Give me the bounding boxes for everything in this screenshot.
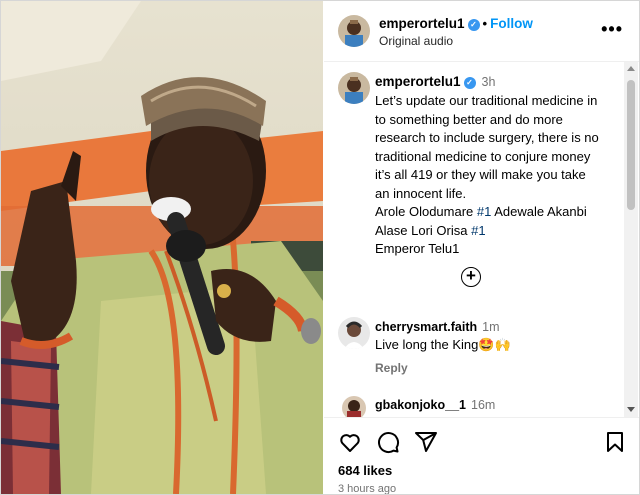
comment-author[interactable]: gbakonjoko__1: [375, 398, 466, 412]
scroll-down-arrow-icon[interactable]: [627, 407, 635, 412]
caption-line: it’s all 419 or they will make you take: [375, 167, 586, 182]
comment-time: 1m: [482, 320, 500, 334]
author-username[interactable]: emperortelu1: [379, 16, 465, 31]
reply-button[interactable]: Reply: [375, 361, 408, 375]
comment-icon[interactable]: [376, 430, 400, 459]
caption-line: Arole Olodumare #1 Adewale Akanbi: [375, 203, 625, 222]
avatar-image: [338, 317, 370, 349]
add-circle-icon[interactable]: +: [461, 267, 481, 287]
caption-line: research to include surgery, there is no: [375, 130, 599, 145]
scroll-up-arrow-icon[interactable]: [627, 66, 635, 71]
scrollbar-thumb[interactable]: [627, 80, 635, 210]
hashtag-link[interactable]: #1: [471, 223, 485, 238]
hashtag-link[interactable]: #1: [477, 204, 491, 219]
comment-author-row: gbakonjoko__1 16m: [375, 398, 495, 412]
likes-count[interactable]: 684 likes: [338, 463, 392, 478]
avatar-image: [338, 15, 370, 47]
post-side-panel: emperortelu1 ✓ • Follow Original audio ••• …: [324, 1, 639, 494]
post-timestamp: 3 hours ago: [338, 483, 397, 495]
caption-text-part: Alase Lori Orisa: [375, 222, 472, 238]
caption-line: to something better and do more: [375, 111, 563, 127]
caption-line: an innocent life.: [375, 185, 467, 201]
heart-icon-glyph: [340, 434, 360, 452]
header-author-row: emperortelu1 ✓ • Follow: [379, 16, 533, 31]
post-video[interactable]: [1, 1, 323, 494]
follow-button[interactable]: Follow: [490, 16, 533, 31]
verified-icon: ✓: [467, 19, 480, 31]
caption-author[interactable]: emperortelu1: [375, 74, 461, 89]
caption-text: Let’s update our traditional medicine in…: [375, 92, 625, 259]
caption-text-part: Arole Olodumare: [375, 204, 477, 219]
audio-label[interactable]: Original audio: [379, 34, 453, 48]
avatar-image: [342, 396, 366, 417]
avatar-image: [338, 72, 370, 104]
comment-author[interactable]: cherrysmart.faith: [375, 320, 477, 334]
scrollbar[interactable]: [624, 62, 638, 417]
comments-scroll-area[interactable]: emperortelu1 ✓ 3h Let’s update our traditi…: [324, 62, 639, 417]
commenter-avatar[interactable]: [338, 317, 370, 349]
share-icon[interactable]: [414, 430, 438, 459]
commenter-avatar[interactable]: [342, 396, 366, 417]
comment-text: Live long the King🤩🙌: [375, 337, 511, 352]
comment-author-row: cherrysmart.faith 1m: [375, 320, 500, 334]
caption-text-part: Adewale Akanbi: [491, 204, 587, 219]
caption-author-row: emperortelu1 ✓ 3h: [375, 74, 495, 89]
caption-line: Let’s update our traditional medicine in: [375, 93, 598, 108]
post-dialog: emperortelu1 ✓ • Follow Original audio ••• …: [0, 0, 640, 495]
caption-line: traditional medicine to conjure money: [375, 148, 591, 164]
caption-line: Alase Lori Orisa #1: [375, 222, 625, 241]
comment-icon-glyph: [378, 432, 400, 454]
more-icon[interactable]: •••: [601, 19, 623, 40]
separator-dot: •: [482, 16, 488, 31]
author-avatar[interactable]: [338, 15, 370, 47]
post-header: emperortelu1 ✓ • Follow Original audio •••: [324, 1, 639, 62]
caption-line: Emperor Telu1: [375, 241, 460, 256]
share-icon-glyph: [415, 432, 437, 452]
verified-icon: ✓: [463, 77, 476, 89]
bookmark-icon[interactable]: [603, 430, 627, 459]
bookmark-icon-glyph: [607, 432, 623, 452]
caption-time: 3h: [481, 75, 496, 89]
comment-time: 16m: [471, 398, 496, 412]
heart-icon[interactable]: [338, 430, 362, 459]
video-frame-illustration: [1, 1, 323, 494]
action-bar: 684 likes 3 hours ago: [324, 417, 639, 495]
caption-avatar[interactable]: [338, 72, 370, 104]
